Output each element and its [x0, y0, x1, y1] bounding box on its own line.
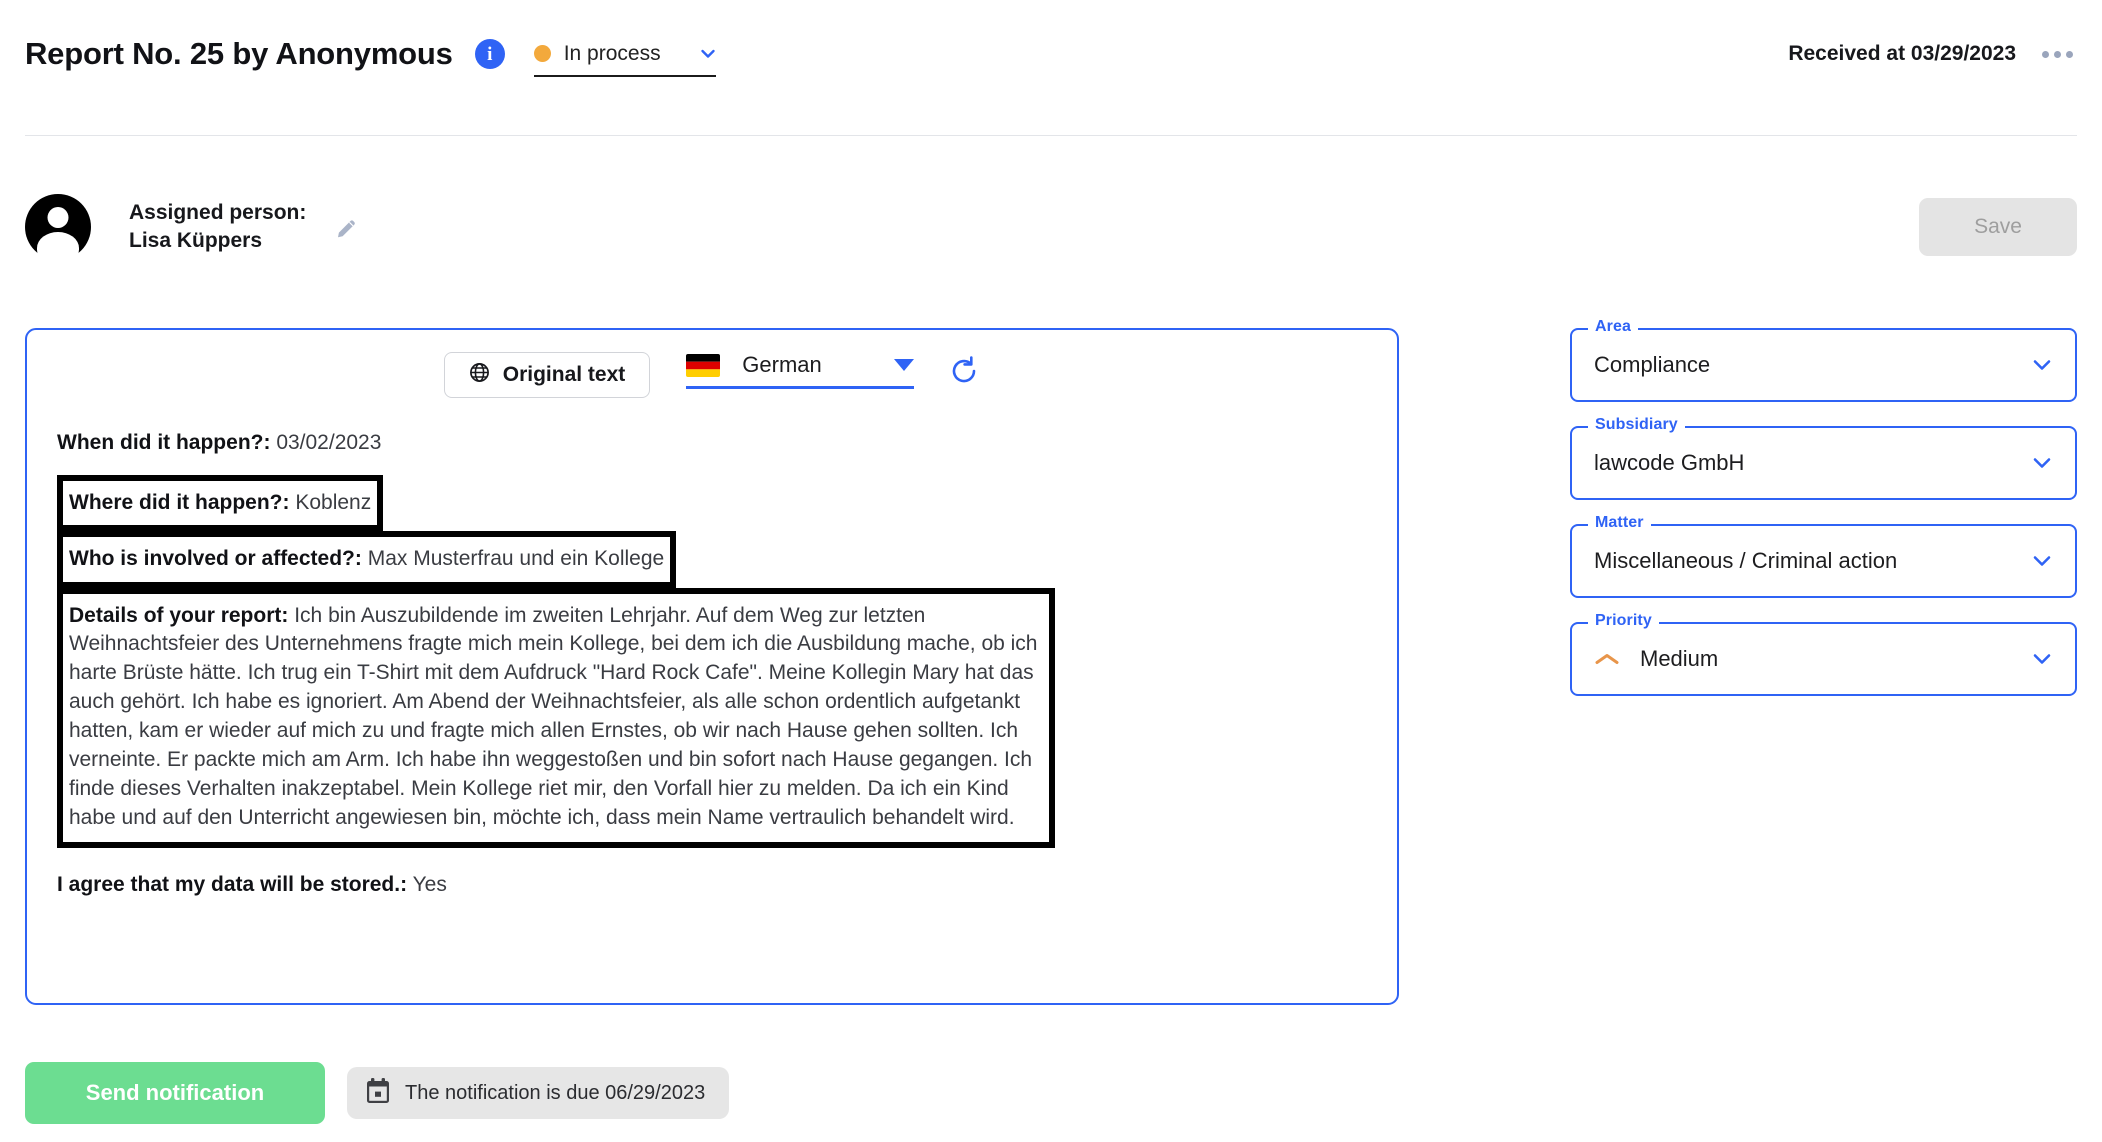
language-label: German [742, 352, 822, 377]
report-field-when-answer: 03/02/2023 [276, 431, 382, 454]
annotation-box-where: Where did it happen?: Koblenz [57, 474, 384, 531]
header-row: Report No. 25 by Anonymous i In process … [25, 26, 2077, 82]
assigned-person-name: Lisa Küppers [129, 229, 263, 252]
priority-legend: Priority [1588, 613, 1659, 629]
send-notification-button[interactable]: Send notification [25, 1062, 325, 1124]
report-field-details-inner: Details of your report: Ich bin Auszubil… [69, 604, 1037, 830]
chevron-down-icon [2031, 354, 2053, 376]
report-field-when-question: When did it happen?: [57, 431, 271, 454]
report-field-details-answer: Ich bin Auszubildende im zweiten Lehrjah… [69, 603, 1038, 830]
header-right-group: Received at 03/29/2023 [1788, 42, 2077, 66]
assignee-row: Assigned person: Lisa Küppers Save [25, 192, 2077, 262]
page-header: Report No. 25 by Anonymous i In process … [0, 0, 2102, 136]
report-field-consent: I agree that my data will be stored.: Ye… [57, 871, 1395, 899]
notification-due-text: The notification is due 06/29/2023 [405, 1081, 706, 1104]
page-title: Report No. 25 by Anonymous [25, 36, 453, 71]
report-field-where-question: Where did it happen?: [69, 490, 290, 514]
report-field-who-row: Who is involved or affected?: Max Muster… [57, 531, 1395, 588]
matter-select[interactable]: Matter Miscellaneous / Criminal action [1570, 515, 2077, 598]
report-field-who-question: Who is involved or affected?: [69, 547, 362, 570]
globe-icon [469, 362, 490, 389]
chevron-down-icon [2031, 550, 2053, 572]
received-at-label: Received at 03/29/2023 [1788, 42, 2016, 65]
status-dropdown[interactable]: In process [533, 41, 716, 77]
area-legend: Area [1588, 319, 1638, 335]
info-icon[interactable]: i [474, 39, 505, 69]
matter-legend: Matter [1588, 515, 1651, 531]
subsidiary-legend: Subsidiary [1588, 417, 1685, 433]
area-select[interactable]: Area Compliance [1570, 319, 2077, 402]
pencil-icon[interactable] [332, 215, 360, 243]
report-field-details-question: Details of your report: [69, 603, 289, 627]
report-card: Original text German When did it happen?… [25, 328, 1399, 1005]
chevron-down-icon [2031, 452, 2053, 474]
caret-down-icon [894, 359, 915, 371]
original-text-button[interactable]: Original text [443, 352, 651, 398]
flag-germany-icon [686, 353, 721, 377]
chevron-up-orange-icon [1594, 651, 1620, 667]
refresh-icon[interactable] [948, 355, 980, 387]
status-label: In process [563, 41, 661, 65]
calendar-icon [365, 1077, 391, 1110]
report-field-where-answer: Koblenz [295, 490, 372, 514]
report-field-consent-answer: Yes [412, 873, 447, 897]
original-text-label: Original text [502, 363, 626, 386]
priority-select[interactable]: Priority Medium [1570, 613, 2077, 696]
report-field-when: When did it happen?: 03/02/2023 [57, 429, 1395, 457]
chevron-down-icon [2031, 648, 2053, 670]
annotation-box-who: Who is involved or affected?: Max Muster… [57, 531, 677, 588]
area-value: Compliance [1594, 352, 1711, 377]
header-divider [25, 135, 2077, 136]
language-dropdown[interactable]: German [686, 352, 915, 389]
matter-value: Miscellaneous / Criminal action [1594, 548, 1898, 573]
priority-value: Medium [1640, 646, 1719, 671]
side-panel: Area Compliance Subsidiary lawcode GmbH … [1570, 319, 2077, 720]
translation-toolbar: Original text German [27, 352, 1397, 410]
report-field-who-answer: Max Musterfrau und ein Kollege [367, 547, 665, 570]
subsidiary-value: lawcode GmbH [1594, 450, 1745, 475]
chevron-down-icon [700, 46, 716, 62]
report-field-consent-question: I agree that my data will be stored.: [57, 873, 408, 897]
bottom-action-row: Send notification The notification is du… [25, 1062, 730, 1124]
report-field-details-row: Details of your report: Ich bin Auszubil… [57, 587, 1055, 849]
assigned-person-label: Assigned person: [129, 201, 307, 225]
notification-due-chip: The notification is due 06/29/2023 [347, 1067, 730, 1119]
save-button[interactable]: Save [1919, 198, 2077, 256]
assignee-block: Assigned person: Lisa Küppers [129, 199, 306, 255]
report-field-where-row: Where did it happen?: Koblenz [57, 474, 1395, 531]
subsidiary-select[interactable]: Subsidiary lawcode GmbH [1570, 417, 2077, 500]
status-dot-icon [533, 45, 551, 62]
annotation-box-details: Details of your report: Ich bin Auszubil… [57, 587, 1055, 849]
user-avatar-icon [25, 194, 91, 260]
more-options-icon[interactable] [2038, 43, 2077, 66]
report-fields: When did it happen?: 03/02/2023 Where di… [33, 429, 1395, 899]
